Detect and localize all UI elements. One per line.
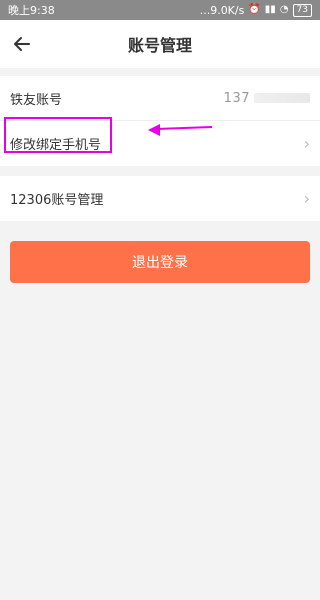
row-12306-account[interactable]: 12306账号管理 › — [0, 176, 320, 221]
logout-button[interactable]: 退出登录 — [10, 241, 310, 283]
wifi-icon: ◔ — [279, 4, 289, 15]
back-arrow-icon[interactable] — [10, 32, 34, 56]
header: 账号管理 — [0, 20, 320, 68]
chevron-right-icon: › — [303, 134, 310, 153]
row-label: 12306账号管理 — [10, 193, 104, 208]
masked-number — [254, 93, 310, 103]
chevron-right-icon: › — [303, 189, 310, 208]
signal-icon: ▮▮ — [264, 4, 276, 15]
page-title: 账号管理 — [127, 36, 192, 55]
network-speed: ...9.0K/s — [199, 3, 245, 17]
status-time: 晚上9:38 — [8, 4, 55, 17]
status-right: ...9.0K/s ⏰ ▮▮ ◔ 73 — [199, 3, 312, 17]
account-list-2: 12306账号管理 › — [0, 176, 320, 221]
row-label: 修改绑定手机号 — [10, 138, 102, 153]
battery-indicator: 73 — [292, 3, 312, 17]
row-railfriend-account[interactable]: 铁友账号 137 — [0, 76, 320, 121]
row-change-phone[interactable]: 修改绑定手机号 › — [0, 121, 320, 166]
account-list: 铁友账号 137 修改绑定手机号 › — [0, 76, 320, 166]
account-number: 137 — [224, 91, 310, 106]
row-label: 铁友账号 — [10, 92, 63, 108]
alarm-icon: ⏰ — [248, 4, 261, 15]
status-bar: 晚上9:38 ...9.0K/s ⏰ ▮▮ ◔ 73 — [0, 0, 320, 20]
